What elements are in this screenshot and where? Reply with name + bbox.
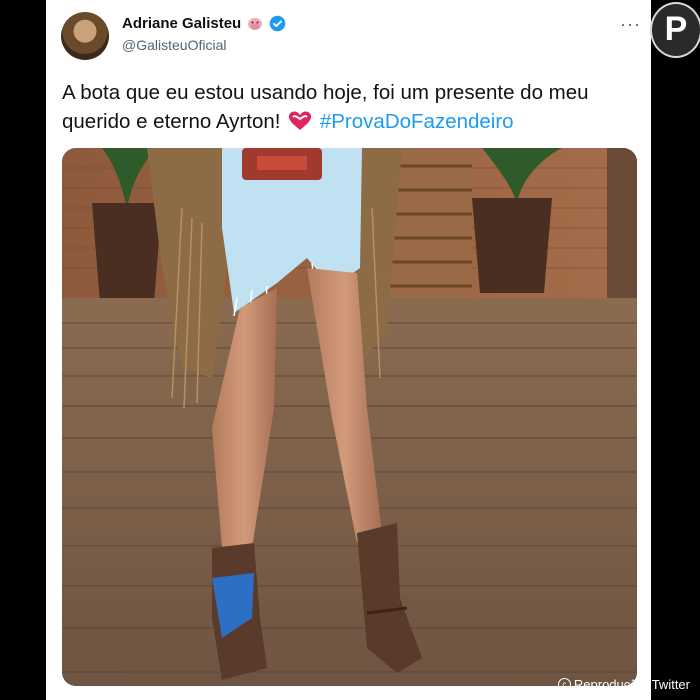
- copyright-icon: c: [557, 678, 571, 691]
- tweet-card: Adriane Galisteu @GalisteuOficial ··· A …: [46, 0, 651, 700]
- author-name[interactable]: Adriane Galisteu: [122, 15, 241, 32]
- watermark-letter: P: [664, 10, 688, 48]
- author-handle[interactable]: @GalisteuOficial: [122, 37, 226, 53]
- verified-badge-icon: [269, 15, 286, 32]
- credit-text: Reprodução, Twitter: [573, 677, 690, 692]
- hashtag-link[interactable]: #ProvaDoFazendeiro: [320, 110, 514, 133]
- more-options-icon[interactable]: ···: [620, 14, 641, 35]
- tweet-text: A bota que eu estou usando hoje, foi um …: [62, 78, 637, 136]
- photo-scene: [62, 148, 637, 686]
- cow-face-icon: [248, 17, 263, 30]
- watermark-logo: P: [650, 2, 700, 58]
- image-credit: c Reprodução, Twitter: [557, 677, 690, 692]
- tweet-photo[interactable]: [62, 148, 637, 686]
- heart-icon: [289, 111, 312, 130]
- avatar[interactable]: [61, 12, 109, 60]
- author-row: Adriane Galisteu: [122, 15, 286, 32]
